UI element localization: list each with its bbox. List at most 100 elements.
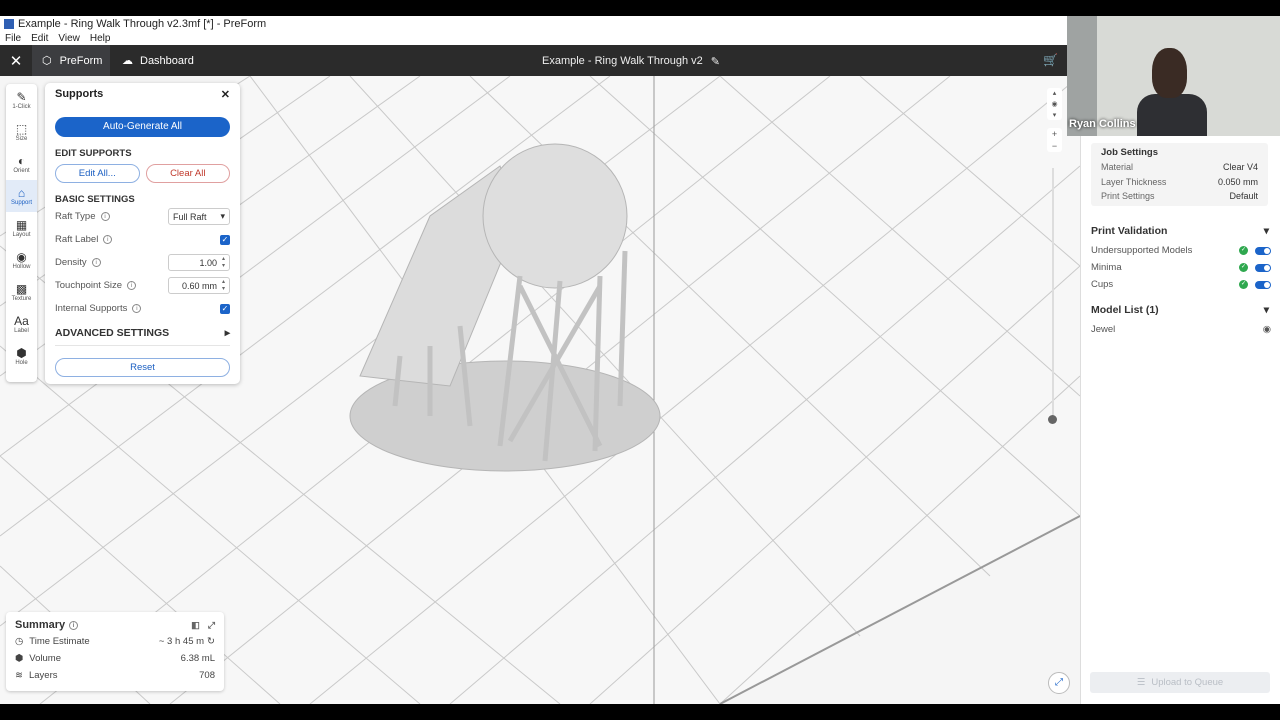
validation-toggle[interactable] bbox=[1255, 280, 1271, 289]
menu-edit[interactable]: Edit bbox=[26, 33, 53, 44]
pencil-icon[interactable]: ✎ bbox=[711, 55, 720, 68]
chevron-up-icon[interactable]: ▴ bbox=[1053, 89, 1057, 97]
layers-row: ≋ Layers 708 bbox=[15, 667, 215, 683]
time-estimate-label: Time Estimate bbox=[29, 635, 90, 647]
auto-generate-button[interactable]: Auto-Generate All bbox=[55, 117, 230, 137]
close-icon[interactable]: ✕ bbox=[221, 88, 230, 101]
tool-support-label: Support bbox=[10, 199, 32, 206]
model-name: Jewel bbox=[1091, 324, 1116, 335]
raft-label-label: Raft Label bbox=[55, 234, 99, 245]
validation-row: Undersupported Models ✓ bbox=[1091, 245, 1271, 256]
tool-hollow[interactable]: ◉ Hollow bbox=[6, 244, 37, 276]
info-icon[interactable]: i bbox=[69, 620, 79, 630]
refresh-icon[interactable]: ↻ bbox=[207, 636, 215, 647]
edit-all-button[interactable]: Edit All... bbox=[55, 164, 140, 183]
info-icon[interactable]: i bbox=[100, 212, 110, 221]
info-icon[interactable]: i bbox=[132, 304, 142, 313]
clock-icon: ◷ bbox=[15, 635, 24, 647]
print-validation-header[interactable]: Print Validation ▾ bbox=[1091, 225, 1269, 237]
tab-preform[interactable]: ⬡ PreForm bbox=[32, 45, 110, 76]
zoom-in-icon[interactable]: + bbox=[1052, 129, 1057, 139]
tool-hole[interactable]: ⬢ Hole bbox=[6, 340, 37, 372]
internal-supports-checkbox[interactable]: ✓ bbox=[220, 303, 230, 314]
info-icon[interactable]: i bbox=[91, 258, 101, 267]
dock-icon[interactable]: ◧ bbox=[191, 620, 200, 631]
upload-label: Upload to Queue bbox=[1151, 677, 1224, 688]
eye-icon[interactable]: ◉ bbox=[1263, 324, 1271, 335]
document-title[interactable]: Example - Ring Walk Through v2 ✎ bbox=[542, 55, 720, 68]
tool-label[interactable]: Aa Label bbox=[6, 308, 37, 340]
touchpoint-input[interactable]: 0.60 mm bbox=[168, 277, 230, 294]
density-input[interactable]: 1.00 bbox=[168, 254, 230, 271]
job-settings-title: Job Settings bbox=[1101, 147, 1159, 158]
wand-icon: ✎ bbox=[16, 89, 27, 104]
validation-row: Minima ✓ bbox=[1091, 262, 1271, 273]
advanced-settings-toggle[interactable]: ADVANCED SETTINGS ▸ bbox=[55, 320, 230, 346]
upload-to-queue-button[interactable]: ☰ Upload to Queue bbox=[1090, 672, 1270, 693]
menu-bar: File Edit View Help bbox=[0, 32, 1067, 45]
internal-supports-row: Internal Supports i ✓ bbox=[55, 297, 230, 320]
validation-label: Cups bbox=[1091, 279, 1114, 290]
view-navigation-control[interactable]: ▴ ◉ ▾ bbox=[1047, 88, 1062, 120]
check-icon: ✓ bbox=[1239, 280, 1248, 289]
screenshot-icon[interactable]: ⤢ bbox=[1048, 672, 1070, 694]
job-settings-card[interactable]: Job Settings Material Clear V4 Layer Thic… bbox=[1091, 143, 1268, 206]
raft-type-label: Raft Type bbox=[55, 211, 96, 222]
touchpoint-label: Touchpoint Size bbox=[55, 280, 123, 291]
menu-help[interactable]: Help bbox=[85, 33, 116, 44]
tool-size-label: Size bbox=[15, 135, 28, 142]
tool-layout[interactable]: ▦ Layout bbox=[6, 212, 37, 244]
formlabs-logo-icon[interactable]: ✕ bbox=[0, 45, 32, 76]
menu-view[interactable]: View bbox=[53, 33, 85, 44]
cart-icon[interactable]: 🛒 bbox=[1043, 53, 1058, 67]
list-item[interactable]: Jewel ◉ bbox=[1091, 324, 1271, 335]
raft-label-row: Raft Label i ✓ bbox=[55, 228, 230, 251]
reset-button[interactable]: Reset bbox=[55, 358, 230, 377]
validation-toggle[interactable] bbox=[1255, 246, 1271, 255]
eye-icon[interactable]: ◉ bbox=[1051, 100, 1057, 108]
menu-file[interactable]: File bbox=[0, 33, 26, 44]
panel-title: Supports bbox=[55, 88, 104, 100]
zoom-control[interactable]: + − bbox=[1047, 128, 1062, 152]
layer-slider-track[interactable] bbox=[1052, 168, 1054, 420]
model-list-header[interactable]: Model List (1) ▾ bbox=[1091, 304, 1269, 316]
expand-icon[interactable]: ⤢ bbox=[208, 620, 215, 631]
chevron-down-icon[interactable]: ▾ bbox=[1053, 111, 1057, 119]
tool-orient[interactable]: ◐ Orient bbox=[6, 148, 37, 180]
volume-icon: ⬢ bbox=[15, 652, 24, 664]
validation-toggle[interactable] bbox=[1255, 263, 1271, 272]
tool-1-click[interactable]: ✎ 1-Click bbox=[6, 84, 37, 116]
app-icon bbox=[4, 19, 14, 29]
presenter-head bbox=[1152, 48, 1187, 98]
tool-1-click-label: 1-Click bbox=[12, 103, 31, 110]
layer-slider-handle[interactable] bbox=[1048, 415, 1057, 424]
volume-value: 6.38 mL bbox=[180, 652, 215, 664]
chevron-down-icon: ▾ bbox=[1263, 304, 1269, 316]
raft-label-checkbox[interactable]: ✓ bbox=[220, 234, 230, 245]
presenter-body bbox=[1137, 94, 1207, 136]
tab-dashboard[interactable]: ☁ Dashboard bbox=[110, 45, 194, 76]
print-validation-title: Print Validation bbox=[1091, 225, 1168, 237]
raft-type-select[interactable]: Full Raft ▾ bbox=[168, 208, 230, 225]
internal-supports-label: Internal Supports bbox=[55, 303, 128, 314]
zoom-out-icon[interactable]: − bbox=[1052, 141, 1057, 151]
presenter-name: Ryan Collins bbox=[1069, 118, 1136, 130]
info-icon[interactable]: i bbox=[127, 281, 137, 290]
info-icon[interactable]: i bbox=[103, 235, 113, 244]
window-titlebar: Example - Ring Walk Through v2.3mf [*] -… bbox=[0, 16, 1067, 32]
summary-panel: Summary i ◧ ⤢ ◷ Time Estimate ~ 3 h 45 m ↻ ⬢… bbox=[6, 612, 224, 691]
clear-all-button[interactable]: Clear All bbox=[145, 164, 230, 183]
tool-support[interactable]: ⌂ Support bbox=[6, 180, 37, 212]
tab-dashboard-label: Dashboard bbox=[140, 54, 194, 67]
model-list-title: Model List (1) bbox=[1091, 304, 1159, 316]
material-label: Material bbox=[1101, 162, 1134, 172]
tool-hole-label: Hole bbox=[15, 359, 28, 366]
validation-row: Cups ✓ bbox=[1091, 279, 1271, 290]
app-header: ✕ ⬡ PreForm ☁ Dashboard Example - Ring W… bbox=[0, 45, 1080, 76]
raft-type-row: Raft Type i Full Raft ▾ bbox=[55, 205, 230, 228]
layers-value: 708 bbox=[199, 669, 215, 681]
tool-size[interactable]: ⬚ Size bbox=[6, 116, 37, 148]
screen-frame: Example - Ring Walk Through v2.3mf [*] -… bbox=[0, 0, 1280, 720]
tool-texture[interactable]: ▩ Texture bbox=[6, 276, 37, 308]
advanced-settings-label: ADVANCED SETTINGS bbox=[55, 326, 170, 339]
